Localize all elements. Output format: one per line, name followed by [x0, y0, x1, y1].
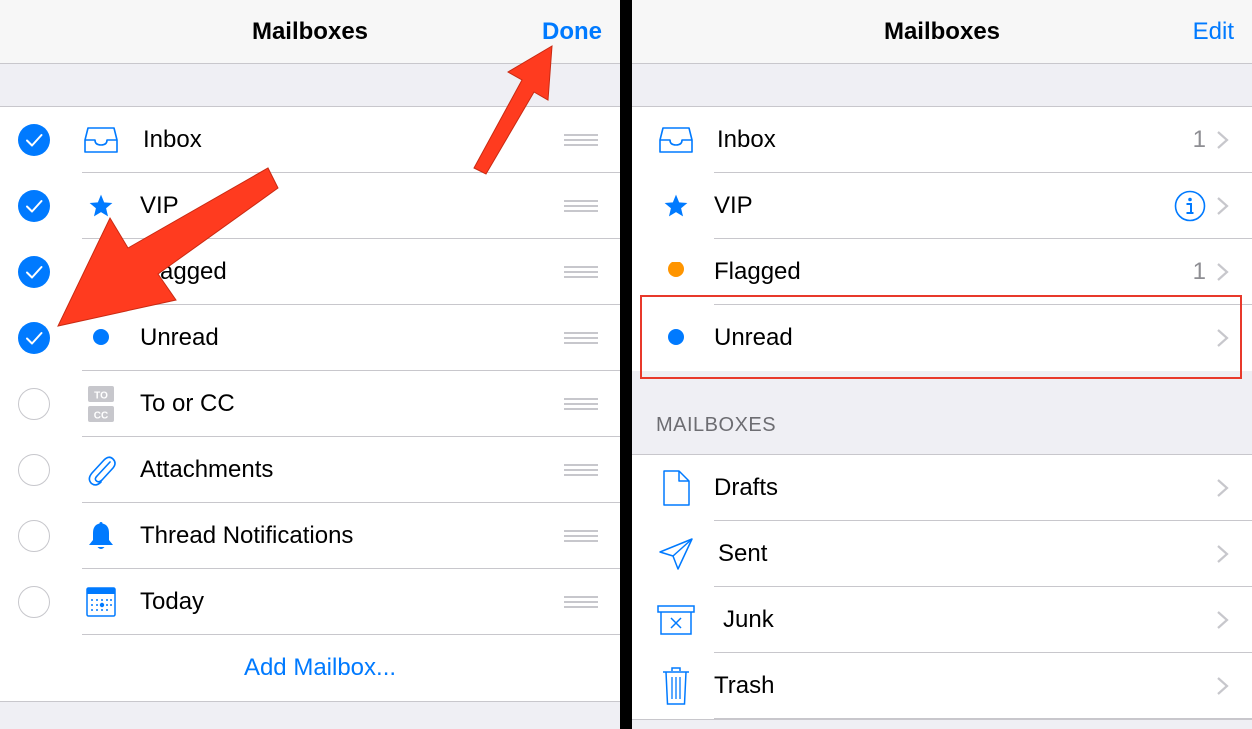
inbox-icon	[81, 120, 121, 160]
flag-icon	[81, 252, 121, 292]
list-item-label: Sent	[718, 540, 768, 567]
unchecked-circle-icon[interactable]	[18, 388, 50, 420]
blue-dot-icon	[656, 318, 696, 358]
svg-text:CC: CC	[94, 411, 108, 422]
document-icon	[656, 468, 696, 508]
list-item-unread[interactable]: Unread	[0, 305, 620, 371]
list-item-label: VIP	[714, 192, 753, 219]
reorder-handle[interactable]	[564, 332, 598, 344]
list-item-sent[interactable]: Sent	[632, 521, 1252, 587]
chevron-right-icon	[1217, 611, 1229, 629]
list-item-flagged[interactable]: Flagged 1	[632, 239, 1252, 305]
list-item-label: Inbox	[143, 126, 202, 153]
list-item-junk[interactable]: Junk	[632, 587, 1252, 653]
chevron-right-icon	[1217, 479, 1229, 497]
mailboxes-panel: Mailboxes Edit Inbox 1 VIP Flagged 1 Unr…	[632, 0, 1252, 729]
list-item-label: VIP	[140, 192, 179, 219]
chevron-right-icon	[1217, 329, 1229, 347]
checkmark-icon[interactable]	[18, 256, 50, 288]
reorder-handle[interactable]	[564, 530, 598, 542]
list-item-drafts[interactable]: Drafts	[632, 455, 1252, 521]
chevron-right-icon	[1217, 131, 1229, 149]
chevron-right-icon	[1217, 197, 1229, 215]
list-item-thread-notifications[interactable]: Thread Notifications	[0, 503, 620, 569]
list-item-vip[interactable]: VIP	[0, 173, 620, 239]
reorder-handle[interactable]	[564, 134, 598, 146]
paper-plane-icon	[656, 534, 696, 574]
list-item-vip[interactable]: VIP	[632, 173, 1252, 239]
add-mailbox-button[interactable]: Add Mailbox...	[0, 635, 620, 701]
mailbox-folder-list: Drafts Sent Junk Trash	[632, 454, 1252, 720]
checkmark-icon[interactable]	[18, 124, 50, 156]
list-item-unread[interactable]: Unread	[632, 305, 1252, 371]
edit-mailboxes-panel: Mailboxes Done Inbox VIP Flagged Unread …	[0, 0, 620, 729]
checkmark-icon[interactable]	[18, 190, 50, 222]
done-button[interactable]: Done	[542, 0, 602, 64]
list-item-inbox[interactable]: Inbox 1	[632, 107, 1252, 173]
list-item-label: Unread	[140, 324, 219, 351]
chevron-right-icon	[1217, 677, 1229, 695]
trash-icon	[656, 666, 696, 706]
svg-text:TO: TO	[94, 391, 108, 402]
info-icon[interactable]	[1174, 190, 1206, 222]
panel-divider	[620, 0, 632, 729]
list-item-today[interactable]: Today	[0, 569, 620, 635]
smart-mailbox-list: Inbox 1 VIP Flagged 1 Unread	[632, 106, 1252, 371]
reorder-handle[interactable]	[564, 266, 598, 278]
list-item-label: Flagged	[140, 258, 227, 285]
unread-count: 1	[1192, 258, 1206, 285]
edit-button[interactable]: Edit	[1193, 0, 1234, 64]
list-item-label: Trash	[714, 672, 775, 699]
right-navbar: Mailboxes Edit	[632, 0, 1252, 64]
left-mailbox-list: Inbox VIP Flagged Unread TO CC To or CC …	[0, 106, 620, 702]
unread-count: 1	[1192, 126, 1206, 153]
reorder-handle[interactable]	[564, 464, 598, 476]
checkmark-icon[interactable]	[18, 322, 50, 354]
junk-bin-icon	[656, 600, 696, 640]
left-page-title: Mailboxes	[251, 18, 369, 45]
reorder-handle[interactable]	[564, 596, 598, 608]
list-item-flagged[interactable]: Flagged	[0, 239, 620, 305]
section-header: MAILBOXES	[656, 414, 777, 436]
bell-icon	[81, 516, 121, 556]
calendar-icon	[81, 582, 121, 622]
reorder-handle[interactable]	[564, 398, 598, 410]
star-icon	[656, 186, 696, 226]
star-icon	[81, 186, 121, 226]
unchecked-circle-icon[interactable]	[18, 520, 50, 552]
list-item-trash[interactable]: Trash	[632, 653, 1252, 719]
chevron-right-icon	[1217, 263, 1229, 281]
list-item-label: Flagged	[714, 258, 801, 285]
list-item-label: Drafts	[714, 474, 779, 501]
paperclip-icon	[81, 450, 121, 490]
chevron-right-icon	[1217, 545, 1229, 563]
unchecked-circle-icon[interactable]	[18, 454, 50, 486]
list-item-label: Inbox	[717, 126, 776, 153]
dot-icon	[81, 318, 121, 358]
orange-dot-icon	[656, 252, 696, 292]
list-item-label: Junk	[723, 606, 774, 633]
unchecked-circle-icon[interactable]	[18, 586, 50, 618]
list-item-inbox[interactable]: Inbox	[0, 107, 620, 173]
list-item-label: Thread Notifications	[140, 522, 354, 549]
list-item-label: Unread	[714, 324, 793, 351]
list-item-attachments[interactable]: Attachments	[0, 437, 620, 503]
list-item-label: To or CC	[140, 390, 235, 417]
left-navbar: Mailboxes Done	[0, 0, 620, 64]
inbox-icon	[656, 120, 696, 160]
to-cc-icon: TO CC	[81, 384, 121, 424]
right-page-title: Mailboxes	[883, 18, 1001, 45]
list-item-label: Today	[140, 588, 205, 615]
reorder-handle[interactable]	[564, 200, 598, 212]
list-item-to-or-cc[interactable]: TO CC To or CC	[0, 371, 620, 437]
list-item-label: Attachments	[140, 456, 274, 483]
